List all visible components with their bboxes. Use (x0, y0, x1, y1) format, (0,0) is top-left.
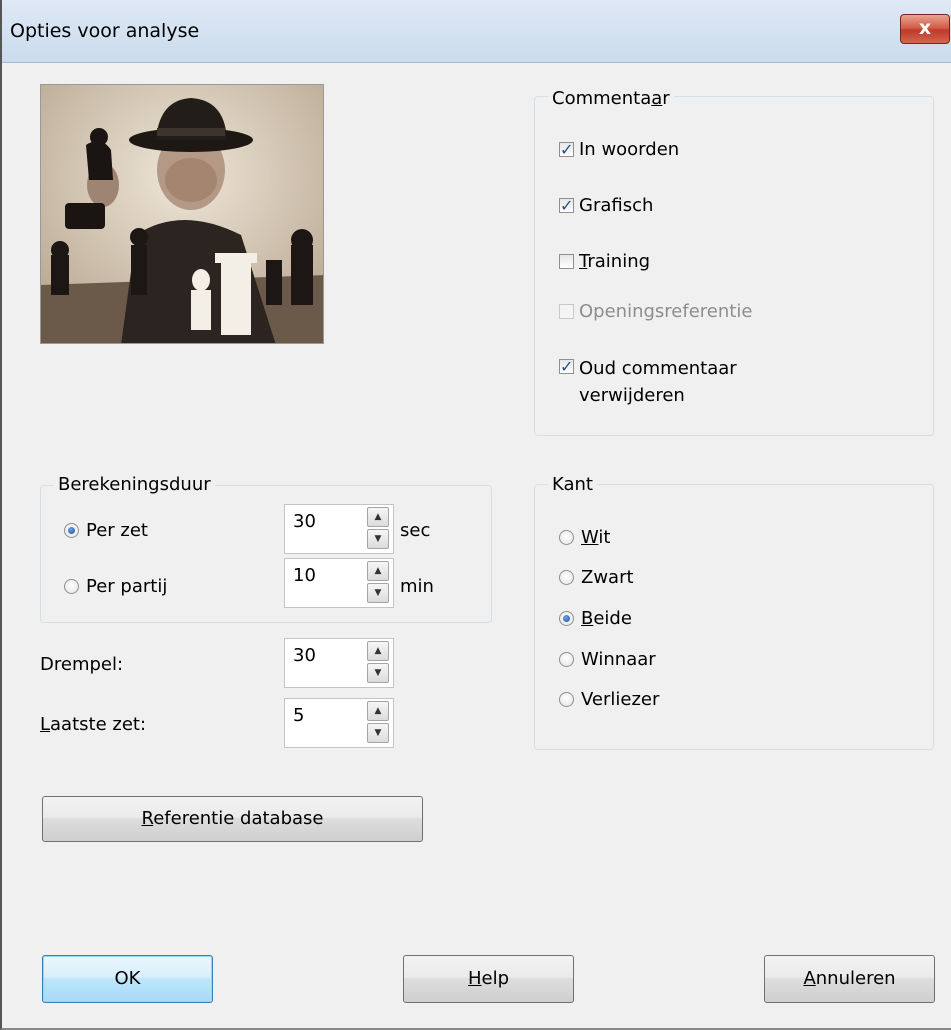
checkbox-label: Training (579, 251, 651, 272)
radio-unselected-icon (559, 652, 574, 667)
spin-down-icon[interactable]: ▼ (367, 529, 389, 549)
commentaar-legend: Commentaar (548, 88, 674, 110)
spin-up-icon[interactable]: ▲ (367, 561, 389, 581)
annuleren-button[interactable]: Annuleren (764, 955, 935, 1003)
spin-down-icon[interactable]: ▼ (367, 663, 389, 683)
checkbox-checked-icon (559, 194, 574, 218)
radio-wit[interactable]: Wit (559, 526, 610, 550)
checkbox-checked-icon (559, 355, 574, 379)
radio-beide[interactable]: Beide (559, 607, 632, 631)
ok-button[interactable]: OK (42, 955, 213, 1003)
radio-label: Verliezer (581, 689, 660, 710)
checkbox-label: Openingsreferentie (579, 301, 753, 322)
unit-label-min: min (400, 576, 434, 597)
radio-label: Per zet (86, 520, 148, 541)
laatste-zet-label: Laatste zet: (40, 714, 147, 735)
spinner-value[interactable]: 30 (293, 511, 316, 532)
radio-label: Winnaar (581, 649, 656, 670)
radio-label: Zwart (581, 567, 634, 588)
radio-label: Per partij (86, 576, 168, 597)
berekeningsduur-group (40, 485, 492, 623)
checkbox-openingsreferentie: Openingsreferentie (559, 300, 752, 324)
chess-player-illustration (41, 85, 323, 343)
checkbox-unchecked-icon (559, 254, 574, 269)
dialog-window: Opties voor analyse x Commentaar ✓ In wo… (0, 0, 951, 1030)
radio-per-partij[interactable]: Per partij (64, 575, 167, 599)
per-partij-spinner[interactable]: 10 ▲ ▼ (284, 558, 394, 608)
spinner-buttons: ▲ ▼ (367, 561, 391, 605)
radio-selected-icon (64, 523, 79, 538)
radio-winnaar[interactable]: Winnaar (559, 648, 656, 672)
radio-unselected-icon (559, 570, 574, 585)
radio-label: Wit (581, 527, 611, 548)
radio-zwart[interactable]: Zwart (559, 566, 634, 590)
spinner-buttons: ▲ ▼ (367, 641, 391, 685)
spinner-value[interactable]: 10 (293, 565, 316, 586)
kant-legend: Kant (548, 474, 597, 496)
radio-per-zet[interactable]: Per zet (64, 519, 148, 543)
checkbox-grafisch[interactable]: Grafisch (559, 194, 653, 218)
spin-up-icon[interactable]: ▲ (367, 641, 389, 661)
radio-unselected-icon (64, 579, 79, 594)
radio-verliezer[interactable]: Verliezer (559, 688, 659, 712)
chess-player-image (40, 84, 324, 344)
drempel-spinner[interactable]: 30 ▲ ▼ (284, 638, 394, 688)
checkbox-checked-icon (559, 138, 574, 162)
spin-up-icon[interactable]: ▲ (367, 701, 389, 721)
unit-label-sec: sec (400, 520, 431, 541)
radio-unselected-icon (559, 530, 574, 545)
window-title: Opties voor analyse (10, 20, 200, 42)
spin-down-icon[interactable]: ▼ (367, 723, 389, 743)
checkbox-in-woorden[interactable]: In woorden (559, 138, 679, 162)
spin-up-icon[interactable]: ▲ (367, 507, 389, 527)
per-zet-spinner[interactable]: 30 ▲ ▼ (284, 504, 394, 554)
laatste-zet-spinner[interactable]: 5 ▲ ▼ (284, 698, 394, 748)
referentie-database-button[interactable]: Referentie database (42, 796, 423, 842)
spinner-buttons: ▲ ▼ (367, 507, 391, 551)
checkbox-disabled-icon (559, 304, 574, 319)
radio-selected-icon (559, 611, 574, 626)
help-button[interactable]: Help (403, 955, 574, 1003)
radio-unselected-icon (559, 692, 574, 707)
checkbox-training[interactable]: Training (559, 250, 650, 274)
spinner-value[interactable]: 30 (293, 645, 316, 666)
spinner-buttons: ▲ ▼ (367, 701, 391, 745)
close-icon: x (918, 17, 932, 39)
radio-label: Beide (581, 608, 632, 629)
berekeningsduur-legend: Berekeningsduur (54, 474, 215, 496)
close-button[interactable]: x (900, 14, 950, 44)
drempel-label: Drempel: (40, 654, 124, 675)
spinner-value[interactable]: 5 (293, 705, 304, 726)
checkbox-label: Grafisch (579, 195, 654, 216)
checkbox-oud-commentaar-verwijderen[interactable]: Oud commentaarverwijderen (559, 355, 737, 409)
spin-down-icon[interactable]: ▼ (367, 583, 389, 603)
title-bar: Opties voor analyse x (2, 0, 951, 63)
checkbox-label: Oud commentaar verwijderen (579, 358, 737, 406)
checkbox-label: In woorden (579, 139, 680, 160)
